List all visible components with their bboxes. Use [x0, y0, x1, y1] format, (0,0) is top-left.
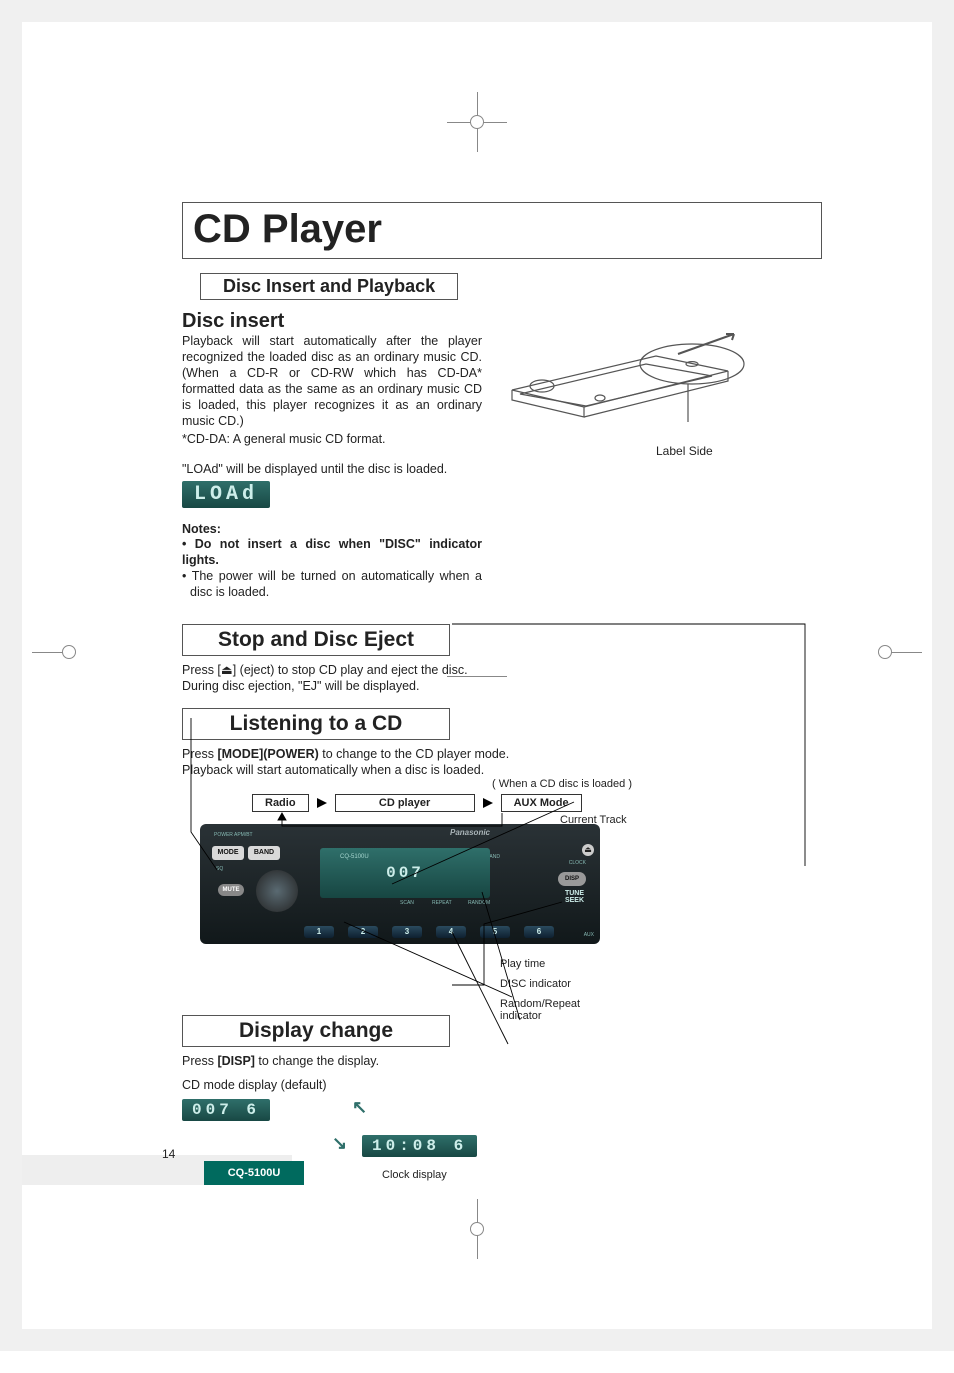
notes-bullet-2: • The power will be turned on automatica…	[182, 568, 482, 600]
arrow-right-icon	[483, 798, 493, 808]
preset-4: 4	[436, 926, 466, 938]
disp-p1-b: [DISP]	[217, 1054, 255, 1068]
listen-p2: Playback will start automatically when a…	[182, 763, 484, 777]
mode-radio: Radio	[252, 794, 309, 812]
eject-text-2: During disc ejection, "EJ" will be displ…	[182, 679, 419, 693]
label-side-text: Label Side	[656, 444, 822, 458]
tiny-scan: SCAN	[400, 900, 414, 906]
mode-flow: Radio CD player AUX Mode	[252, 794, 822, 812]
listen-p1-c: to change to the CD player mode.	[319, 747, 509, 761]
preset-3: 3	[392, 926, 422, 938]
disc-insert-illustration	[506, 304, 786, 444]
callout-random-repeat: Random/Repeat indicator	[500, 998, 600, 1022]
callout-disc-indicator: DISC indicator	[500, 978, 600, 990]
disc-insert-text: Playback will start automatically after …	[182, 333, 482, 429]
mute-button: MUTE	[218, 884, 244, 896]
page-number: 14	[162, 1147, 175, 1161]
preset-5: 5	[480, 926, 510, 938]
crop-mark	[62, 645, 76, 659]
lcd-track-display: 007 6	[182, 1099, 270, 1121]
brand-label: Panasonic	[450, 828, 490, 837]
preset-1: 1	[304, 926, 334, 938]
section-display-change: Display change	[182, 1015, 450, 1047]
notes-heading: Notes:	[182, 522, 482, 536]
crop-mark	[878, 645, 892, 659]
section-listening: Listening to a CD	[182, 708, 450, 740]
tiny-sq: SQ	[216, 866, 223, 872]
heading-disc-insert: Disc insert	[182, 310, 482, 333]
crop-mark	[470, 1222, 484, 1236]
mode-cd: CD player	[335, 794, 475, 812]
load-message: "LOAd" will be displayed until the disc …	[182, 461, 482, 477]
cycle-arrow-icon: ↖	[352, 1097, 367, 1118]
preset-row: 1 2 3 4 5 6	[304, 926, 554, 938]
page-title-box: CD Player	[182, 202, 822, 259]
preset-6: 6	[524, 926, 554, 938]
eject-text-1: Press [⏏] (eject) to stop CD play and ej…	[182, 663, 468, 677]
arrow-right-icon	[317, 798, 327, 808]
tiny-random: RANDOM	[468, 900, 490, 906]
cdda-note: *CD-DA: A general music CD format.	[182, 431, 482, 447]
cycle-arrow-icon: ↘	[332, 1133, 347, 1154]
listen-p1-a: Press	[182, 747, 217, 761]
tiny-repeat: REPEAT	[432, 900, 452, 906]
disp-p2: CD mode display (default)	[182, 1077, 822, 1093]
callout-current-track: Current Track	[560, 814, 720, 826]
band-button: BAND	[248, 846, 280, 860]
page-title: CD Player	[183, 203, 821, 258]
preset-2: 2	[348, 926, 378, 938]
listen-p1-b: [MODE](POWER)	[217, 747, 318, 761]
volume-knob	[256, 870, 298, 912]
mode-button: MODE	[212, 846, 244, 860]
crop-mark	[470, 115, 484, 129]
disp-p1-c: to change the display.	[255, 1054, 379, 1068]
section-insert-playback: Disc Insert and Playback	[200, 273, 458, 300]
section-stop-eject: Stop and Disc Eject	[182, 624, 450, 656]
lcd-clock-display: 10:08 6	[362, 1135, 477, 1157]
disp-p1-a: Press	[182, 1054, 217, 1068]
callout-play-time: Play time	[500, 958, 600, 970]
footer-model: CQ-5100U	[204, 1161, 304, 1185]
tiny-aux: AUX	[584, 932, 594, 938]
mode-aux: AUX Mode	[501, 794, 582, 812]
lcd-load-display: LOAd	[182, 481, 270, 508]
clock-label: Clock display	[382, 1169, 447, 1181]
loaded-note: ( When a CD disc is loaded )	[302, 778, 822, 790]
notes-bullet-1: • Do not insert a disc when "DISC" indic…	[182, 536, 482, 568]
tiny-power: POWER APM/BT	[214, 832, 253, 838]
tune-seek-label: TUNESEEK	[565, 890, 584, 904]
stereo-model-small: CQ-5100U	[340, 854, 369, 860]
stereo-front-panel: Panasonic POWER APM/BT WEATHER BAND CLOC…	[200, 824, 600, 944]
